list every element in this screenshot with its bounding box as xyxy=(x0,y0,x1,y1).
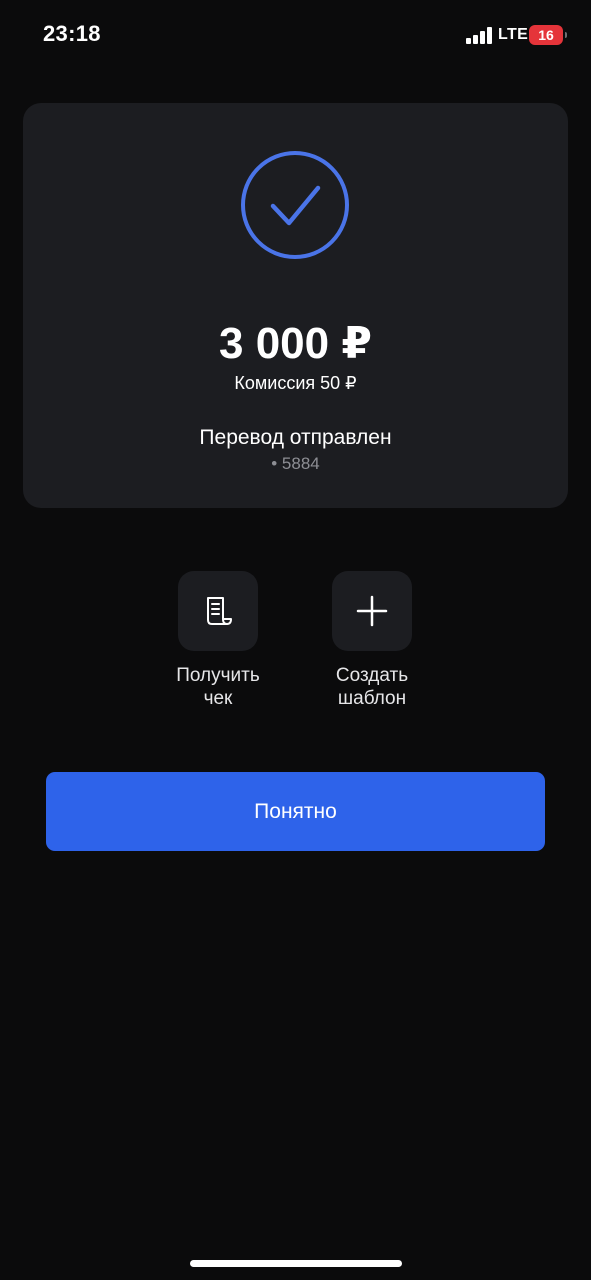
create-template-button[interactable]: Создать шаблон xyxy=(307,571,437,710)
battery-icon: 16 xyxy=(529,25,567,45)
plus-icon xyxy=(356,595,388,627)
ok-button[interactable]: Понятно xyxy=(46,772,545,851)
commission-text: Комиссия 50 ₽ xyxy=(234,373,357,393)
status-bar: 23:18 LTE 16 xyxy=(0,0,591,70)
get-receipt-tile[interactable] xyxy=(178,571,258,651)
receipt-icon xyxy=(207,597,232,625)
transfer-amount: 3 000 ₽ xyxy=(219,319,372,368)
transfer-success-screen: 23:18 LTE 16 3 000 ₽ Комиссия 50 ₽ Перев… xyxy=(0,0,591,1280)
transfer-result-card: 3 000 ₽ Комиссия 50 ₽ Перевод отправлен … xyxy=(23,103,568,508)
status-time: 23:18 xyxy=(43,21,101,46)
create-template-tile[interactable] xyxy=(332,571,412,651)
network-type: LTE xyxy=(498,26,529,43)
get-receipt-button[interactable]: Получить чек xyxy=(153,571,283,710)
cellular-signal-icon xyxy=(466,27,492,44)
check-circle-icon xyxy=(241,151,349,259)
home-indicator[interactable] xyxy=(190,1260,402,1267)
get-receipt-label: Получить чек xyxy=(176,665,260,709)
create-template-label: Создать шаблон xyxy=(335,665,409,709)
transfer-status: Перевод отправлен xyxy=(199,426,392,449)
card-number: • 5884 xyxy=(271,454,320,473)
